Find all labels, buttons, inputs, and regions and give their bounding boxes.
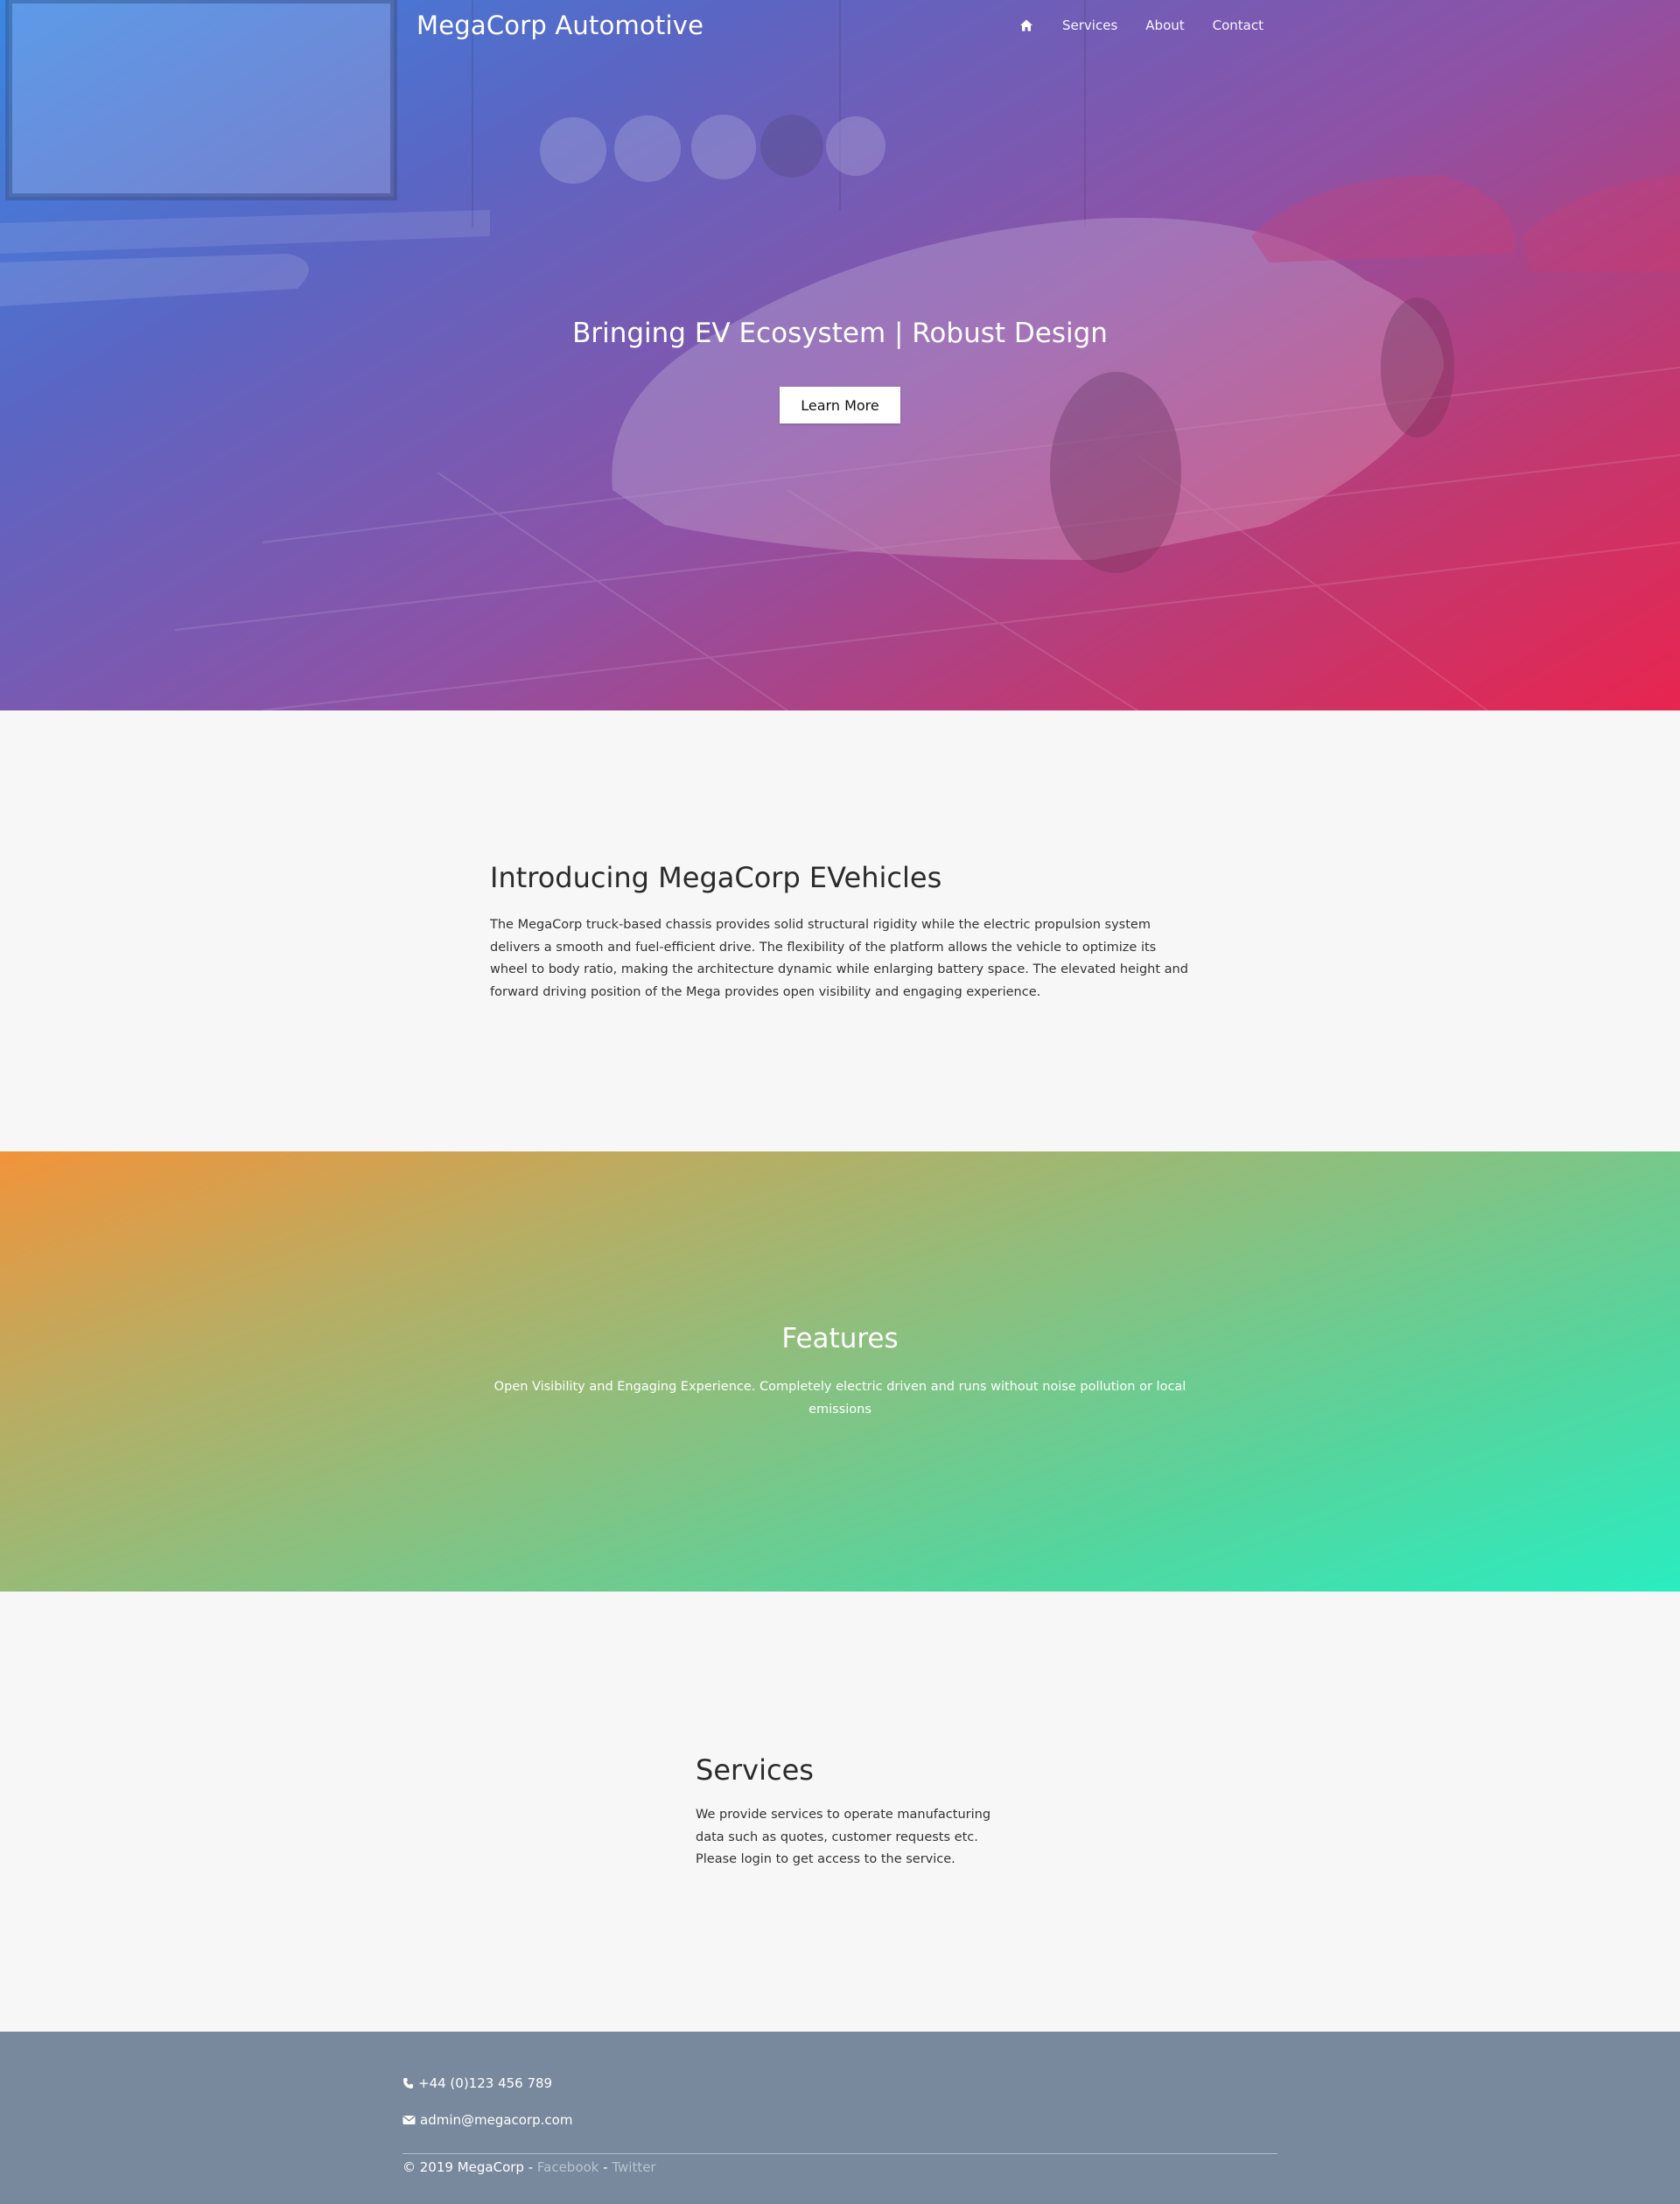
footer-phone-text: +44 (0)123 456 789 <box>418 2075 553 2091</box>
intro-section: Introducing MegaCorp EVehicles The MegaC… <box>0 710 1680 1151</box>
hero-section: MegaCorp Automotive Services About Conta… <box>0 0 1680 710</box>
features-title: Features <box>781 1323 899 1354</box>
twitter-link[interactable]: Twitter <box>612 2159 655 2175</box>
home-icon[interactable] <box>1019 18 1033 32</box>
services-title: Services <box>696 1753 814 1787</box>
features-text: Open Visibility and Engaging Experience.… <box>494 1380 1186 1417</box>
brand-logo[interactable]: MegaCorp Automotive <box>416 10 704 40</box>
footer-copyright: © 2019 MegaCorp - Facebook - Twitter <box>402 2159 656 2175</box>
footer: +44 (0)123 456 789 admin@megacorp.com © … <box>0 2032 1680 2204</box>
phone-icon <box>403 2078 413 2089</box>
hero-title: Bringing EV Ecosystem | Robust Design <box>572 318 1108 349</box>
services-section: Services We provide services to operate … <box>0 1592 1680 2032</box>
nav-link-contact[interactable]: Contact <box>1213 17 1264 33</box>
nav-link-about[interactable]: About <box>1145 17 1184 33</box>
link-separator: - <box>598 2159 612 2175</box>
copyright-text: © 2019 MegaCorp - <box>402 2159 537 2175</box>
features-section: Features Open Visibility and Engaging Ex… <box>0 1151 1680 1592</box>
envelope-icon <box>402 2115 416 2124</box>
learn-more-button[interactable]: Learn More <box>780 387 900 423</box>
nav-links: Services About Contact <box>1019 17 1264 33</box>
showroom-car-image <box>0 0 1680 710</box>
footer-phone: +44 (0)123 456 789 <box>402 2075 552 2091</box>
footer-divider <box>402 2153 1278 2154</box>
footer-email: admin@megacorp.com <box>402 2112 572 2128</box>
footer-email-text[interactable]: admin@megacorp.com <box>420 2112 572 2128</box>
navbar: MegaCorp Automotive Services About Conta… <box>0 0 1680 52</box>
services-text: We provide services to operate manufactu… <box>696 1808 991 1867</box>
nav-link-services[interactable]: Services <box>1062 17 1117 33</box>
intro-title: Introducing MegaCorp EVehicles <box>490 861 942 894</box>
intro-text: The MegaCorp truck-based chassis provide… <box>490 918 1188 1000</box>
facebook-link[interactable]: Facebook <box>537 2159 598 2175</box>
